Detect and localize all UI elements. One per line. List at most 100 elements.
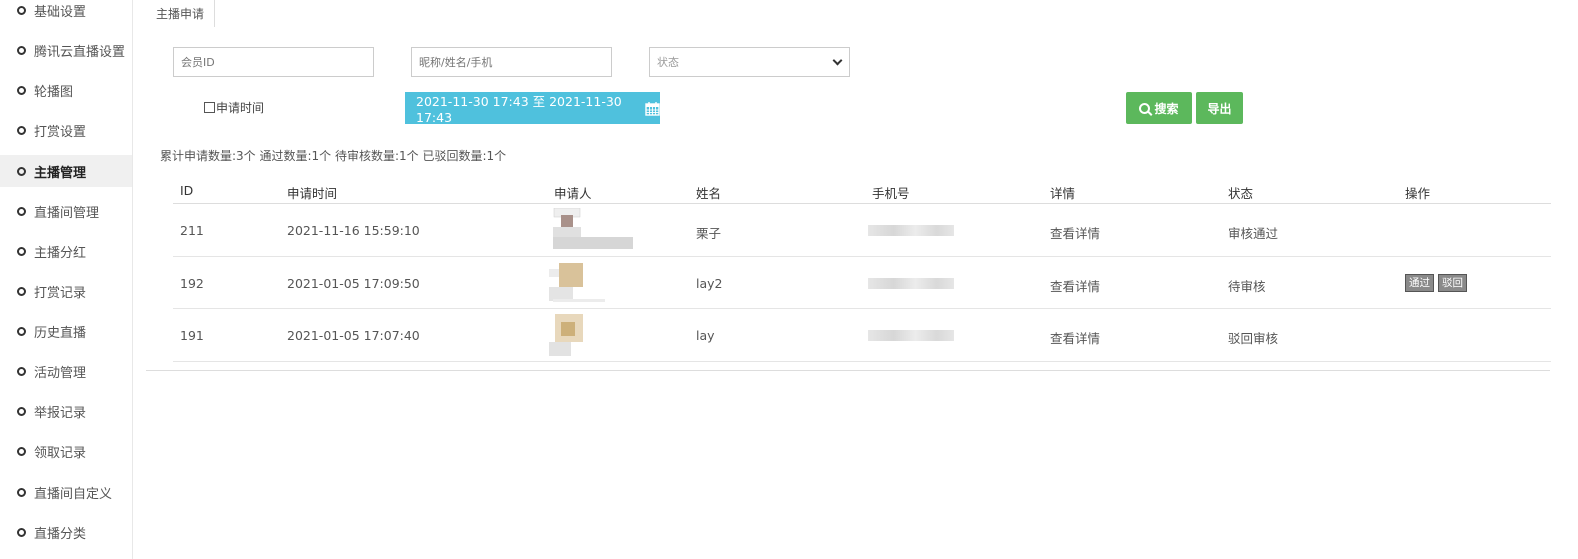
phone-blurred <box>868 277 954 289</box>
circle-icon <box>17 326 26 336</box>
phone-blurred <box>868 330 954 341</box>
status-select[interactable]: 状态 <box>649 47 850 77</box>
sidebar-item-tencent-live-settings[interactable]: 腾讯云直播设置 <box>0 34 132 66</box>
summary-stats: 累计申请数量:3个 通过数量:1个 待审核数量:1个 已驳回数量:1个 <box>160 149 507 163</box>
sidebar-item-live-category[interactable]: 直播分类 <box>0 516 132 548</box>
circle-icon <box>17 166 26 176</box>
member-id-field[interactable] <box>173 47 374 77</box>
table-header: ID 申请时间 申请人 姓名 手机号 详情 状态 操作 <box>173 176 1551 204</box>
sidebar-item-report-records[interactable]: 举报记录 <box>0 395 132 427</box>
sidebar-item-label: 打赏记录 <box>34 285 87 301</box>
sidebar-item-anchor-management[interactable]: 主播管理 <box>0 155 132 187</box>
circle-icon <box>17 246 26 256</box>
sidebar-item-anchor-dividend[interactable]: 主播分红 <box>0 235 132 267</box>
column-header-detail: 详情 <box>1050 186 1076 201</box>
apply-time-checkbox[interactable] <box>204 102 215 113</box>
sidebar-item-claim-records[interactable]: 领取记录 <box>0 435 132 467</box>
sidebar-item-label: 基础设置 <box>34 4 87 20</box>
sidebar-item-history-live[interactable]: 历史直播 <box>0 315 132 347</box>
sidebar-item-label: 领取记录 <box>34 445 87 461</box>
sidebar-item-label: 轮播图 <box>34 84 74 100</box>
table-row: 191 2021-01-05 17:07:40 lay 查看详情 驳回审核 <box>173 309 1551 362</box>
sidebar-item-label: 主播分红 <box>34 245 87 261</box>
circle-icon <box>17 286 26 296</box>
applicant-avatar <box>549 262 605 305</box>
sidebar-item-label: 活动管理 <box>34 365 87 381</box>
circle-icon <box>17 406 26 416</box>
cell-name: lay <box>696 328 715 343</box>
applications-table: ID 申请时间 申请人 姓名 手机号 详情 状态 操作 211 2021-11-… <box>173 176 1551 362</box>
name-phone-field[interactable] <box>411 47 612 77</box>
circle-icon <box>17 366 26 376</box>
sidebar-item-tip-settings[interactable]: 打赏设置 <box>0 114 132 146</box>
circle-icon <box>17 85 26 95</box>
circle-icon <box>17 446 26 456</box>
export-button[interactable]: 导出 <box>1196 92 1243 124</box>
sidebar-item-room-management[interactable]: 直播间管理 <box>0 195 132 227</box>
cell-apply-time: 2021-01-05 17:07:40 <box>287 328 420 343</box>
cell-name: lay2 <box>696 275 723 291</box>
cell-status: 待审核 <box>1228 278 1266 294</box>
table-row: 192 2021-01-05 17:09:50 lay2 查看详情 待审核 通过… <box>173 257 1551 309</box>
cell-apply-time: 2021-01-05 17:09:50 <box>287 275 420 291</box>
sidebar-item-activity-management[interactable]: 活动管理 <box>0 355 132 387</box>
tab-anchor-application[interactable]: 主播申请 <box>146 0 216 27</box>
table-row: 211 2021-11-16 15:59:10 栗子 查看详情 审核通过 <box>173 204 1551 257</box>
phone-blurred <box>868 225 954 236</box>
cell-name: 栗子 <box>696 226 722 241</box>
calendar-icon <box>645 101 660 116</box>
sidebar-item-label: 主播管理 <box>34 165 87 181</box>
circle-icon <box>17 527 26 537</box>
sidebar-item-room-custom[interactable]: 直播间自定义 <box>0 476 132 508</box>
column-header-id: ID <box>180 183 194 198</box>
applicant-avatar <box>549 314 589 358</box>
sidebar-item-label: 直播分类 <box>34 526 87 542</box>
name-phone-input[interactable] <box>419 55 611 69</box>
sidebar: 基础设置 腾讯云直播设置 轮播图 打赏设置 主播管理 直播间管理 主播分红 打赏… <box>0 0 133 559</box>
search-button-label: 搜索 <box>1154 101 1179 116</box>
sidebar-item-tip-records[interactable]: 打赏记录 <box>0 275 132 307</box>
circle-icon <box>17 206 26 216</box>
circle-icon <box>17 125 26 135</box>
cell-id: 191 <box>180 328 204 343</box>
search-button[interactable]: 搜索 <box>1126 92 1192 124</box>
member-id-input[interactable] <box>181 55 373 69</box>
date-range-value: 2021-11-30 17:43 至 2021-11-30 17:43 <box>416 94 622 125</box>
view-detail-link[interactable]: 查看详情 <box>1050 223 1100 242</box>
column-header-phone: 手机号 <box>872 186 910 201</box>
search-icon <box>1139 102 1151 114</box>
column-header-actions: 操作 <box>1405 186 1431 201</box>
sidebar-item-label: 举报记录 <box>34 405 87 421</box>
column-header-apply-time: 申请时间 <box>287 186 338 201</box>
cell-apply-time: 2021-11-16 15:59:10 <box>287 223 420 238</box>
reject-button[interactable]: 驳回 <box>1438 273 1467 292</box>
sidebar-item-label: 直播间管理 <box>34 205 100 221</box>
sidebar-item-label: 历史直播 <box>34 325 87 341</box>
date-range-picker[interactable]: 2021-11-30 17:43 至 2021-11-30 17:43 <box>405 92 660 125</box>
status-select-value: 状态 <box>657 56 679 69</box>
apply-time-checkbox-group[interactable]: 申请时间 <box>204 99 264 116</box>
column-header-status: 状态 <box>1228 186 1254 201</box>
view-detail-link[interactable]: 查看详情 <box>1050 276 1100 295</box>
sidebar-item-carousel[interactable]: 轮播图 <box>0 74 132 106</box>
circle-icon <box>17 5 26 15</box>
cell-id: 192 <box>180 275 204 291</box>
cell-status: 驳回审核 <box>1228 331 1279 346</box>
sidebar-item-label: 直播间自定义 <box>34 486 113 502</box>
cell-id: 211 <box>180 223 204 238</box>
view-detail-link[interactable]: 查看详情 <box>1050 328 1100 347</box>
sidebar-item-basic-settings[interactable]: 基础设置 <box>0 0 132 26</box>
circle-icon <box>17 45 26 55</box>
apply-time-label: 申请时间 <box>216 101 265 115</box>
column-header-name: 姓名 <box>696 186 722 201</box>
column-header-applicant: 申请人 <box>554 186 592 201</box>
sidebar-item-label: 打赏设置 <box>34 124 87 140</box>
circle-icon <box>17 487 26 497</box>
export-button-label: 导出 <box>1207 101 1232 116</box>
sidebar-item-label: 腾讯云直播设置 <box>34 44 126 60</box>
chevron-down-icon <box>832 55 843 65</box>
applicant-avatar <box>551 207 633 252</box>
divider <box>146 370 1550 371</box>
cell-status: 审核通过 <box>1228 226 1279 241</box>
approve-button[interactable]: 通过 <box>1405 273 1434 292</box>
